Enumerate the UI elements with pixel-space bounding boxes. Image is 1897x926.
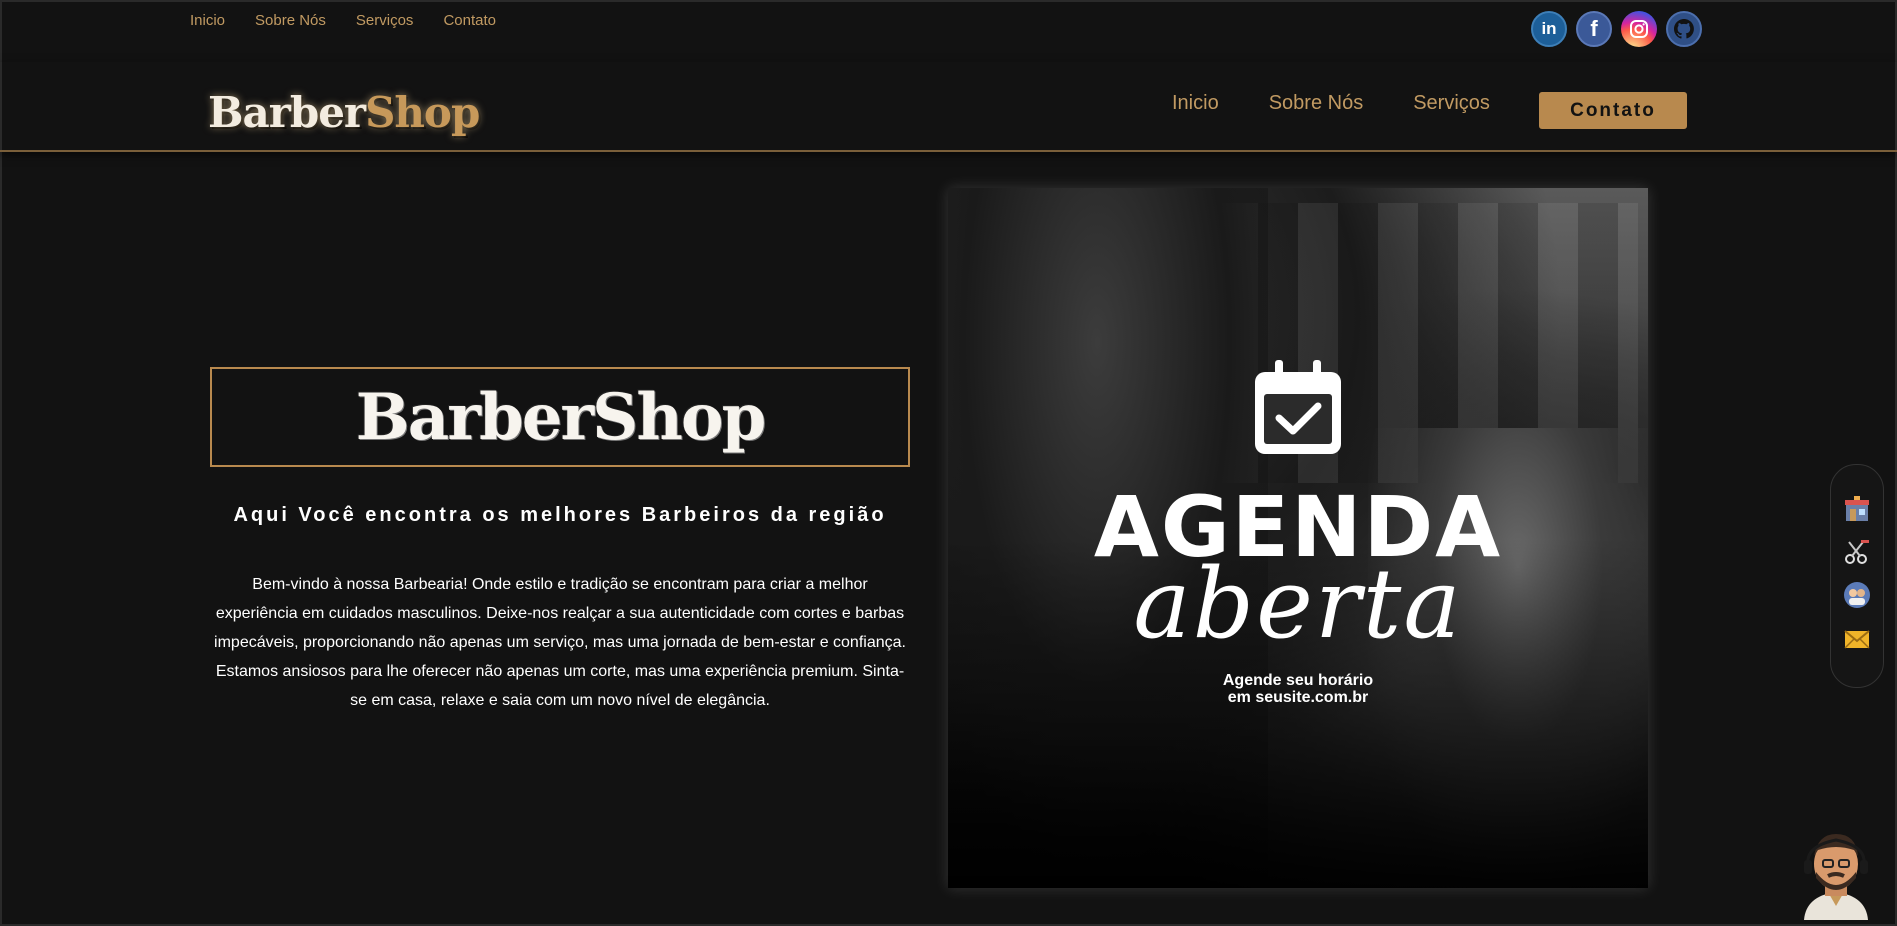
nav-links: Inicio Sobre Nós Serviços [1172, 92, 1490, 115]
linkedin-icon[interactable]: in [1531, 11, 1567, 47]
calendar-check-icon [1255, 360, 1341, 454]
contato-button[interactable]: Contato [1539, 92, 1687, 129]
topbar-link-contato[interactable]: Contato [443, 12, 496, 29]
nav-link-sobre[interactable]: Sobre Nós [1269, 92, 1364, 115]
barber-team-icon[interactable] [1843, 581, 1871, 609]
topbar-link-servicos[interactable]: Serviços [356, 12, 414, 29]
logo-text-barber: Barber [208, 88, 366, 137]
instagram-glyph [1630, 20, 1648, 38]
nav-link-servicos[interactable]: Serviços [1413, 92, 1490, 115]
nav-link-inicio[interactable]: Inicio [1172, 92, 1219, 115]
barbershop-icon[interactable] [1843, 495, 1871, 523]
hero-description: Bem-vindo à nossa Barbearia! Onde estilo… [214, 576, 906, 709]
promo-script-text: aberta [1133, 548, 1463, 660]
promo-caption-line1: Agende seu horário [1222, 672, 1374, 689]
github-icon[interactable] [1666, 11, 1702, 47]
instagram-icon[interactable] [1621, 11, 1657, 47]
topbar-link-inicio[interactable]: Inicio [190, 12, 225, 29]
topbar-link-sobre[interactable]: Sobre Nós [255, 12, 326, 29]
logo-text-shop: Shop [365, 88, 480, 137]
topbar-nav: Inicio Sobre Nós Serviços Contato [190, 12, 496, 29]
brand-logo[interactable]: BarberShop [208, 88, 480, 137]
linkedin-label: in [1541, 19, 1557, 38]
promo-caption-line2: em seusite.com.br [1227, 689, 1369, 706]
promo-caption: Agende seu horário em seusite.com.br [948, 672, 1648, 706]
agenda-promo-image: AGENDA aberta Agende seu horário em seus… [948, 188, 1648, 888]
barber-assistant-icon[interactable] [1798, 826, 1874, 920]
facebook-label: f [1590, 16, 1598, 41]
side-dock [1830, 464, 1884, 688]
scissors-razor-icon[interactable] [1843, 538, 1871, 566]
facebook-icon[interactable]: f [1576, 11, 1612, 47]
hero-subtitle: Aqui Você encontra os melhores Barbeiros… [233, 504, 887, 526]
main-navbar: BarberShop Inicio Sobre Nós Serviços Con… [0, 62, 1897, 152]
hero-title-box: BarberShop [210, 367, 910, 467]
envelope-icon[interactable] [1843, 624, 1871, 652]
github-glyph [1674, 19, 1694, 39]
social-links: in f [1531, 11, 1702, 47]
hero-title: BarberShop [355, 379, 767, 455]
